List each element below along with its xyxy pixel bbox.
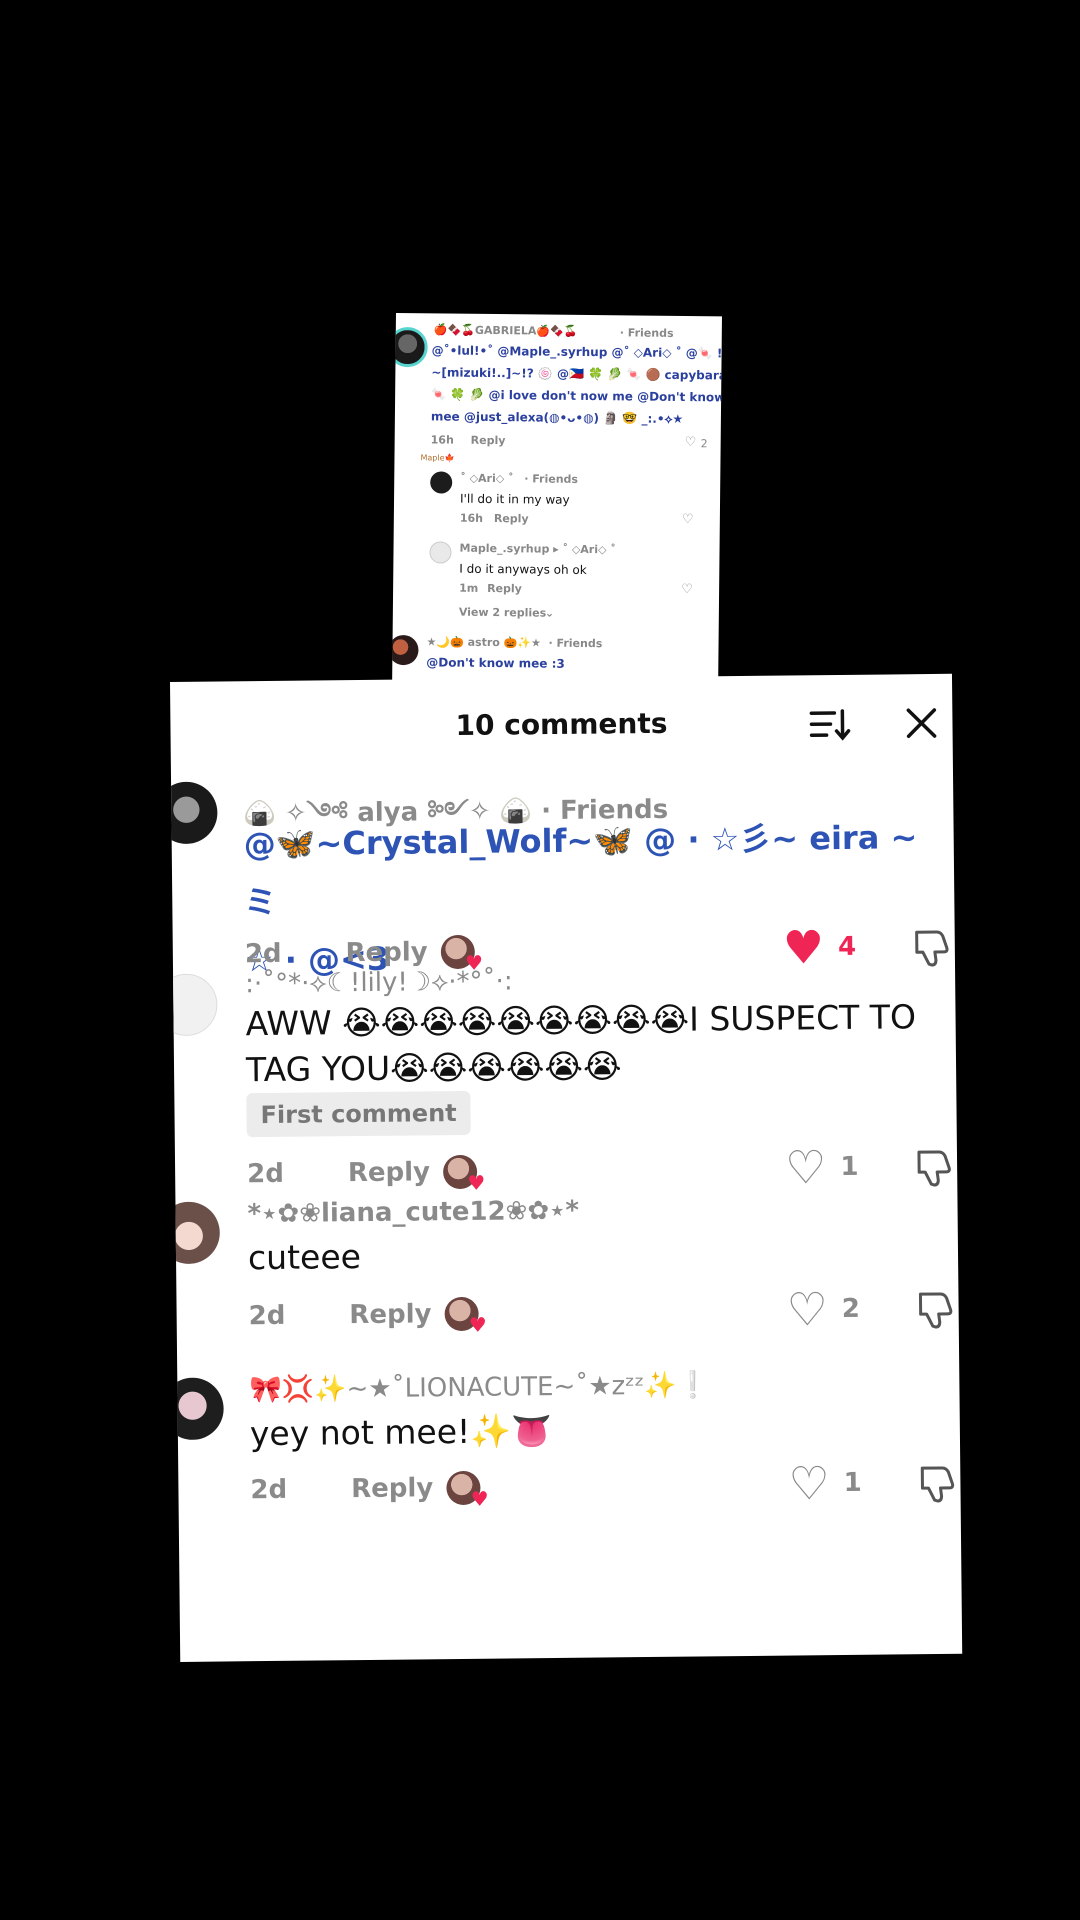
first-comment-badge: First comment [246,1090,471,1138]
reply-text: I do it anyways oh ok [459,561,587,578]
comment-item: 🍙 ✧༺ alya ༻✧ 🍙 · Friends @🦋~Crystal_Wolf… [170,774,953,979]
like-count: 4 [837,931,857,963]
heart-icon: ♥ [470,1486,489,1511]
comment-text: mee @just_alexa(◍•ᴗ•◍) 🗿 🤓 _:.•⟡★ [430,409,684,427]
like-count: 2 [841,1293,861,1324]
comment-text: @Don't know mee :3 [426,655,565,671]
sort-icon[interactable] [808,707,852,743]
dislike-icon[interactable] [916,1464,960,1504]
reply-text: I'll do it in my way [459,491,570,507]
creator-liked-avatar: ♥ [442,1154,485,1195]
reply-button[interactable]: Reply [494,512,529,525]
comment-time: 2d [247,1158,285,1190]
close-icon[interactable] [904,706,938,740]
comment-text: cuteee [247,1237,362,1278]
comment-time: 2d [244,938,282,970]
reply-button[interactable]: Reply [348,1157,430,1188]
comment-username[interactable]: :·˚°*·⟡☾!lily!☽⟡·*°˚·: [245,966,513,1000]
like-count: 1 [840,1151,859,1183]
comment-time: 16h [430,433,454,447]
heart-icon: ♥ [468,1312,487,1337]
friends-label: · Friends [548,636,603,651]
dislike-icon[interactable] [911,928,955,968]
avatar[interactable] [392,326,428,368]
comment-username[interactable]: 🎀💢✨~★˚LIONACUTE~˚★zᶻᶻ✨❕ [249,1370,709,1405]
avatar[interactable] [170,1377,224,1441]
comment-text: yey not mee!✨👅 [249,1411,553,1454]
like-button[interactable]: ♡ 1 [784,1140,859,1195]
avatar[interactable] [170,781,218,845]
comment-meta: 2d Reply [245,937,428,969]
avatar[interactable] [392,634,419,666]
avatar[interactable] [429,541,452,564]
reply-button[interactable]: Reply [471,434,506,447]
comment-text: AWW 😭😭😭😭😭😭😭😭😭I SUSPECT TO TAG YOU😭😭😭😭😭😭 [245,997,917,1090]
avatar[interactable] [430,471,453,494]
comment-username[interactable]: *⋆✿❀liana_cute12❀✿⋆* [247,1196,579,1229]
friends-label: · Friends [524,472,579,486]
heart-outline-icon: ♡ [786,1282,829,1337]
dislike-icon[interactable] [913,1148,957,1188]
friends-label: · Friends [619,326,674,340]
reply-button[interactable]: Reply [345,937,427,968]
reply-time: 1m [459,581,479,595]
reply-username[interactable]: Maple_.syrhup ▸ ˚ ◇Ari◇ ˚ [459,542,615,557]
like-button[interactable]: ♥ 4 [782,920,857,975]
comment-meta: 2d Reply [247,1157,430,1189]
creator-liked-avatar: ♥ [444,1296,487,1337]
comments-sheet: 10 comments 🍙 ✧༺ alya ༻✧ 🍙 · Friends @🦋~… [170,673,963,1662]
like-button[interactable]: ♡ 2 [786,1282,861,1337]
comment-item: 🎀💢✨~★˚LIONACUTE~˚★zᶻᶻ✨❕ yey not mee!✨👅 2… [170,1364,959,1511]
heart-icon: ♥ [467,1170,486,1195]
reply-time: 16h [459,511,484,525]
reply-button[interactable]: Reply [349,1299,431,1330]
comment-meta: 2d Reply [248,1299,431,1331]
reply-button[interactable]: Reply [351,1473,433,1504]
comment-username[interactable]: ★🌙🎃 astro 🎃✨★ [426,635,541,649]
heart-outline-icon: ♡ [784,1140,827,1195]
background-screenshot: 🍎🍫🍒GABRIELA🍎🍫🍒 · Friends @˚•lul!•˚ @Mapl… [392,313,722,693]
view-replies-button[interactable]: View 2 replies [459,606,546,620]
heart-icon[interactable]: ♡ [685,435,697,450]
reply-username[interactable]: ˚ ◇Ari◇ ˚ [460,472,513,486]
comment-username[interactable]: 🍎🍫🍒GABRIELA🍎🍫🍒 [434,323,578,338]
like-button[interactable]: ♡ 1 [788,1456,862,1511]
heart-icon[interactable]: ♡ [681,582,693,597]
comment-time: 2d [250,1474,288,1506]
comment-text: @˚•lul!•˚ @Maple_.syrhup @˚ ◇Ari◇ ˚ @🍬 !… [431,343,722,361]
comment-text: 🍬 🍀 🥬 @i love don't now me @Don't know [431,387,722,405]
reply-button[interactable]: Reply [487,582,522,595]
comment-text: ~[mizuki!..]~!? 🍥 @🇵🇭 🍀 🥬 🍬 🟤 capybara [431,365,722,383]
chevron-down-icon: ⌄ [544,606,555,620]
dislike-icon[interactable] [914,1290,958,1330]
avatar[interactable] [170,1201,221,1265]
heart-filled-icon: ♥ [782,920,825,975]
comment-meta: 2d Reply [250,1473,433,1505]
creator-liked-avatar: ♥ [440,934,483,975]
heart-icon[interactable]: ♡ [682,512,694,527]
comment-time: 2d [248,1300,286,1332]
avatar[interactable] [170,973,218,1037]
heart-outline-icon: ♡ [788,1456,830,1511]
creator-liked-avatar: ♥ [446,1470,489,1511]
maple-label: Maple🍁 [420,453,455,463]
like-count: 1 [843,1467,862,1498]
like-count: 2 [700,437,708,451]
